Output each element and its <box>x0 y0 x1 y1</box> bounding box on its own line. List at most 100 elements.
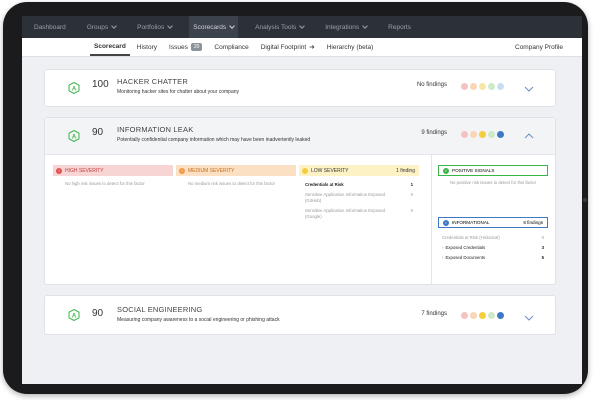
nav-groups[interactable]: Groups <box>83 16 120 38</box>
positive-signals-header: ✓ POSITIVE SIGNALS <box>438 165 548 176</box>
medium-severity-note: No medium risk issues to detect for this… <box>188 181 275 186</box>
card-header[interactable]: A 100 HACKER CHATTER Monitoring hacker s… <box>45 70 555 106</box>
arrow-right-icon: ➔ <box>309 44 315 51</box>
card-header[interactable]: A 90 INFORMATION LEAK Potentially confid… <box>45 118 555 154</box>
severity-dot-info <box>497 131 504 138</box>
medium-severity-icon: ! <box>179 167 185 174</box>
informational-header: i INFORMATIONAL 8 findings <box>438 217 548 228</box>
info-count: 3 <box>541 245 544 250</box>
chevron-down-icon[interactable] <box>524 86 534 92</box>
findings-count: No findings <box>416 82 447 88</box>
informational-label: INFORMATIONAL <box>452 220 490 225</box>
info-count: 5 <box>541 255 544 260</box>
severity-breakdown: ! HIGH SEVERITY No high risk issues to d… <box>45 154 555 285</box>
card-header[interactable]: A 90 SOCIAL ENGINEERING Measuring compan… <box>45 296 555 332</box>
grade-letter: A <box>72 86 77 92</box>
nav-scorecards-label: Scorecards <box>193 23 227 31</box>
tablet-frame: Dashboard Groups Portfolios Scorecards A… <box>3 2 588 394</box>
info-count: 0 <box>541 235 544 240</box>
issue-count: 0 <box>410 192 413 197</box>
nav-groups-label: Groups <box>86 23 109 31</box>
severity-dot-positive <box>488 312 495 319</box>
severity-dot-low <box>479 312 486 319</box>
issue-count: 1 <box>410 182 413 187</box>
chevron-right-icon: › <box>442 245 444 250</box>
high-severity-label: HIGH SEVERITY <box>65 167 104 174</box>
high-severity-note: No high risk issues to detect for this f… <box>65 181 145 186</box>
severity-dot-positive <box>488 83 495 90</box>
tab-history[interactable]: History <box>133 38 161 56</box>
factor-card-information-leak: A 90 INFORMATION LEAK Potentially confid… <box>44 117 556 285</box>
nav-portfolios-label: Portfolios <box>137 23 165 31</box>
info-row[interactable]: Credentials at Risk (Historical) 0 <box>438 235 548 240</box>
info-row[interactable]: › Exposed Credentials 3 <box>438 245 548 250</box>
factor-score: 100 <box>92 79 109 90</box>
high-severity-column: ! HIGH SEVERITY No high risk issues to d… <box>53 165 173 186</box>
sub-nav: Scorecard History Issues 20 Compliance Di… <box>22 38 582 57</box>
chevron-up-icon[interactable] <box>524 133 534 139</box>
low-severity-label: LOW SEVERITY <box>311 167 349 174</box>
nav-reports[interactable]: Reports <box>384 16 415 38</box>
issue-label: Sensitive Application Information Expose… <box>305 208 386 219</box>
tab-history-label: History <box>136 43 158 51</box>
screen: Dashboard Groups Portfolios Scorecards A… <box>22 16 582 384</box>
issue-row[interactable]: Sensitive Application Information Expose… <box>299 208 419 220</box>
nav-dashboard[interactable]: Dashboard <box>30 16 70 38</box>
info-label: Exposed Credentials <box>445 245 486 250</box>
positive-signals-note: No positive risk issues to detect for th… <box>449 180 537 185</box>
severity-dots <box>461 131 506 138</box>
high-severity-header: ! HIGH SEVERITY <box>53 165 173 176</box>
factor-score: 90 <box>92 308 104 319</box>
info-label: Credentials at Risk (Historical) <box>442 235 500 240</box>
tab-issues-label: Issues <box>169 43 188 51</box>
issue-row[interactable]: Credentials at Risk 1 <box>299 182 419 188</box>
grade-hexagon-icon: A <box>68 82 80 94</box>
low-severity-count: 1 finding <box>396 167 415 174</box>
issue-row[interactable]: Sensitive Application Information Expose… <box>299 192 419 204</box>
tab-company-profile[interactable]: Company Profile <box>511 38 567 56</box>
factor-title: HACKER CHATTER <box>117 77 188 86</box>
issue-label: Sensitive Application Information Expose… <box>305 192 386 203</box>
factor-description: Monitoring hacker sites for chatter abou… <box>117 89 240 95</box>
chevron-right-icon: › <box>442 255 444 260</box>
tab-scorecard[interactable]: Scorecard <box>90 38 130 56</box>
nav-analysis-tools[interactable]: Analysis Tools <box>251 16 308 38</box>
tab-compliance[interactable]: Compliance <box>210 38 252 56</box>
issue-label: Credentials at Risk <box>305 182 344 187</box>
chevron-down-icon <box>362 23 369 29</box>
factor-card-social-engineering: A 90 SOCIAL ENGINEERING Measuring compan… <box>44 295 556 335</box>
check-icon: ✓ <box>443 167 449 174</box>
factor-description: Potentially confidential company informa… <box>117 137 311 143</box>
severity-dot-info <box>497 83 504 90</box>
chevron-down-icon <box>299 23 306 29</box>
medium-severity-label: MEDIUM SEVERITY <box>188 167 235 174</box>
nav-integrations[interactable]: Integrations <box>321 16 371 38</box>
nav-scorecards[interactable]: Scorecards <box>189 16 239 38</box>
medium-severity-header: ! MEDIUM SEVERITY <box>176 165 296 176</box>
tab-digital-footprint-label: Digital Footprint <box>260 43 307 51</box>
severity-dot-info <box>497 312 504 319</box>
positive-signals-panel: ✓ POSITIVE SIGNALS No positive risk issu… <box>438 165 548 186</box>
nav-portfolios[interactable]: Portfolios <box>133 16 176 38</box>
positive-signals-label: POSITIVE SIGNALS <box>452 168 495 173</box>
tab-hierarchy-label: Hierarchy (beta) <box>326 43 374 51</box>
nav-dashboard-label: Dashboard <box>34 23 66 31</box>
informational-panel: i INFORMATIONAL 8 findings Credentials at… <box>438 217 548 260</box>
factor-score: 90 <box>92 127 104 138</box>
nav-analysis-tools-label: Analysis Tools <box>255 23 297 31</box>
high-severity-icon: ! <box>56 167 62 174</box>
nav-integrations-label: Integrations <box>325 23 360 31</box>
tab-digital-footprint[interactable]: Digital Footprint ➔ <box>257 38 319 56</box>
tab-hierarchy[interactable]: Hierarchy (beta) <box>323 38 378 56</box>
severity-dot-medium <box>470 131 477 138</box>
grade-hexagon-icon: A <box>68 309 80 321</box>
low-severity-column: LOW SEVERITY 1 finding Credentials at Ri… <box>299 165 419 220</box>
info-row[interactable]: › Exposed Documents 5 <box>438 255 548 260</box>
chevron-down-icon[interactable] <box>524 315 534 321</box>
tab-compliance-label: Compliance <box>214 43 249 51</box>
factor-title: INFORMATION LEAK <box>117 125 194 134</box>
severity-dot-low <box>479 83 486 90</box>
chevron-down-icon <box>111 23 117 29</box>
tab-issues[interactable]: Issues 20 <box>165 38 206 56</box>
findings-count: 7 findings <box>421 311 447 317</box>
